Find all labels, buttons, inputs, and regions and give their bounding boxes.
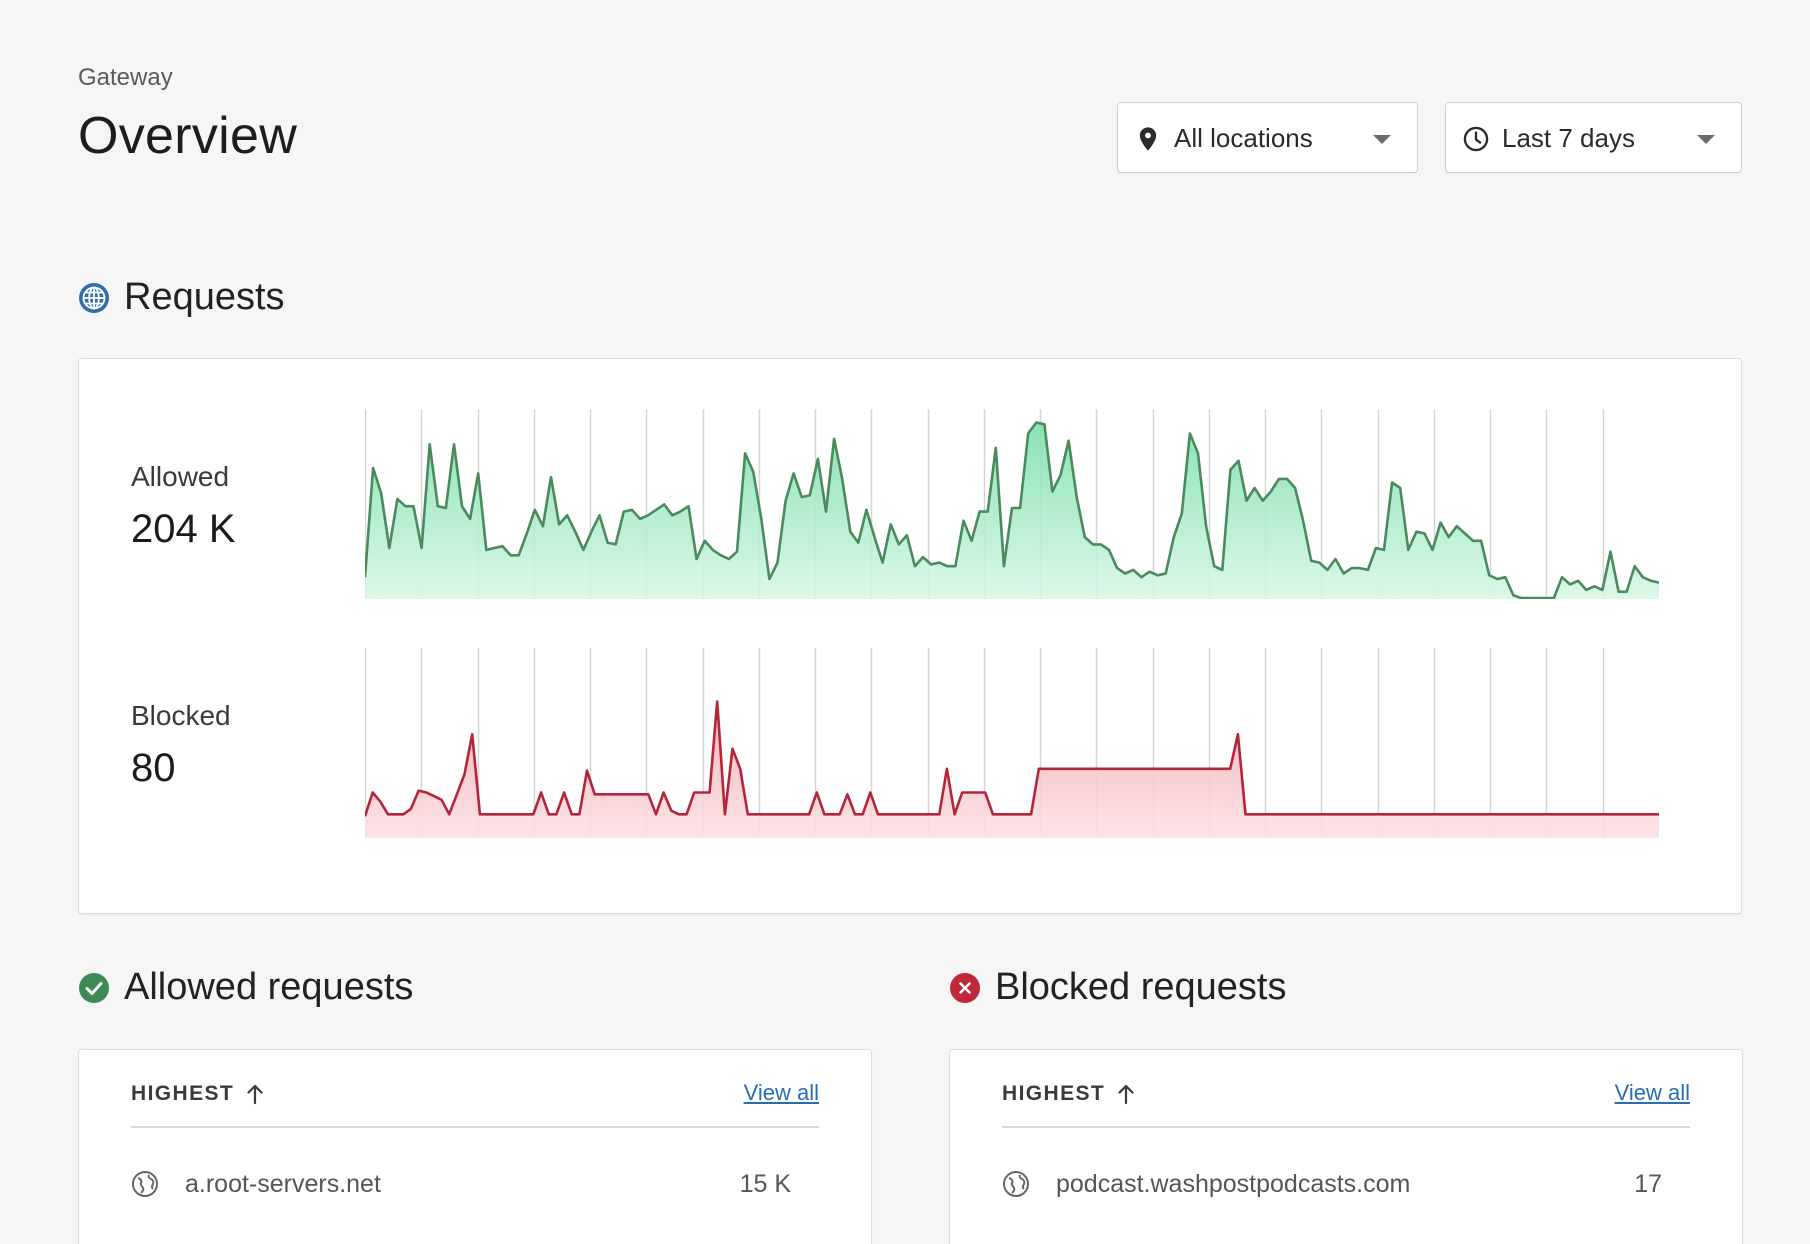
request-count: 15 K xyxy=(739,1170,791,1198)
blocked-requests-card: HIGHEST View all podcast.washpostpodcast… xyxy=(949,1049,1743,1244)
allowed-metric-label: Allowed xyxy=(131,461,230,492)
view-all-link[interactable]: View all xyxy=(744,1080,819,1106)
map-pin-icon xyxy=(1139,127,1157,151)
allowed-requests-chart[interactable] xyxy=(365,409,1659,599)
sort-highest-button[interactable]: HIGHEST xyxy=(131,1082,264,1106)
gateway-overview-page: Gateway Overview All locations Last 7 da… xyxy=(0,0,1810,1244)
requests-section-title: Requests xyxy=(124,276,285,318)
blocked-area xyxy=(365,701,1659,838)
sort-label: HIGHEST xyxy=(1002,1082,1106,1105)
blocked-line xyxy=(365,700,1659,817)
list-header: HIGHEST View all xyxy=(131,1080,819,1128)
sort-highest-button[interactable]: HIGHEST xyxy=(1002,1082,1135,1106)
x-circle-icon xyxy=(950,972,980,1003)
blocked-requests-chart[interactable] xyxy=(365,648,1659,838)
time-range-dropdown[interactable]: Last 7 days xyxy=(1445,102,1742,173)
chevron-down-icon xyxy=(1373,135,1391,144)
arrow-up-icon xyxy=(1118,1084,1134,1105)
page-title: Overview xyxy=(78,107,298,165)
arrow-up-icon xyxy=(247,1084,263,1105)
blocked-metric-value: 80 xyxy=(131,746,176,790)
globe-icon xyxy=(79,282,109,313)
requests-chart-card: Allowed 204 K Blocked 80 xyxy=(78,358,1742,914)
check-circle-icon xyxy=(79,972,109,1003)
view-all-link[interactable]: View all xyxy=(1615,1080,1690,1106)
location-dropdown[interactable]: All locations xyxy=(1117,102,1418,173)
blocked-requests-header: Blocked requests xyxy=(949,966,1287,1009)
clock-icon xyxy=(1463,126,1489,152)
allowed-requests-card: HIGHEST View all a.root-servers.net 15 K xyxy=(78,1049,872,1244)
time-range-dropdown-label: Last 7 days xyxy=(1502,123,1635,153)
blocked-requests-title: Blocked requests xyxy=(995,966,1287,1008)
list-item[interactable]: podcast.washpostpodcasts.com 17 xyxy=(1002,1164,1690,1204)
globe-icon xyxy=(132,1171,158,1197)
breadcrumb[interactable]: Gateway xyxy=(78,64,173,92)
allowed-requests-title: Allowed requests xyxy=(124,966,414,1008)
domain-name: podcast.washpostpodcasts.com xyxy=(1056,1170,1411,1198)
request-count: 17 xyxy=(1634,1170,1662,1198)
list-item[interactable]: a.root-servers.net 15 K xyxy=(131,1164,819,1204)
allowed-metric-value: 204 K xyxy=(131,507,236,551)
blocked-metric-label: Blocked xyxy=(131,700,231,731)
list-header: HIGHEST View all xyxy=(1002,1080,1690,1128)
location-dropdown-label: All locations xyxy=(1174,123,1313,153)
domain-name: a.root-servers.net xyxy=(185,1170,381,1198)
sort-label: HIGHEST xyxy=(131,1082,235,1105)
globe-icon xyxy=(1003,1171,1029,1197)
allowed-requests-header: Allowed requests xyxy=(78,966,413,1009)
chevron-down-icon xyxy=(1697,135,1715,144)
requests-section-header: Requests xyxy=(78,276,285,319)
